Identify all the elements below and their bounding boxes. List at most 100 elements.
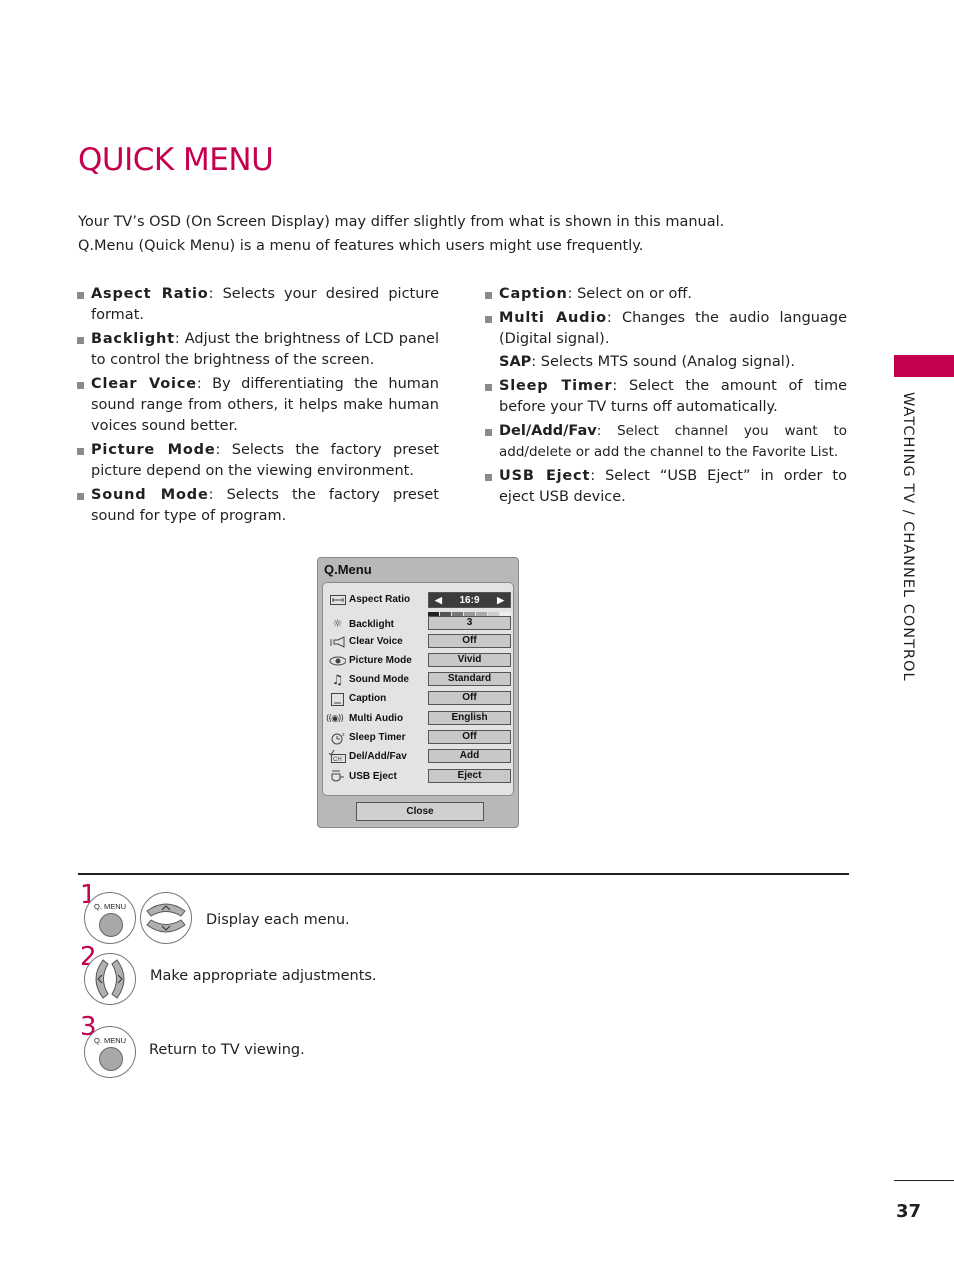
- multi-audio-icon: ((◉)): [326, 714, 344, 724]
- section-divider: [78, 873, 849, 875]
- up-down-button[interactable]: [140, 892, 192, 944]
- feature-sound-mode: Sound Mode: Selects the factory preset s…: [77, 485, 439, 527]
- feature-del-add-fav: Del/Add/Fav: Select channel you want to …: [485, 421, 847, 463]
- feature-backlight: Backlight: Adjust the brightness of LCD …: [77, 329, 439, 371]
- sound-mode-icon: ♫: [331, 672, 344, 688]
- osd-row-sound-mode[interactable]: ♫ Sound Mode Standard: [323, 671, 513, 689]
- bullet-icon: [77, 337, 84, 344]
- feature-picture-mode: Picture Mode: Selects the factory preset…: [77, 440, 439, 482]
- osd-row-value[interactable]: ◀ 16:9 ▶: [428, 592, 511, 608]
- feature-multi-audio: Multi Audio: Changes the audio language …: [485, 308, 847, 350]
- qmenu-button-return[interactable]: Q. MENU: [84, 1026, 136, 1078]
- sleep-timer-icon: z: [329, 730, 346, 746]
- osd-row-value[interactable]: Add: [428, 749, 511, 763]
- bullet-icon: [485, 429, 492, 436]
- osd-row-label: Aspect Ratio: [349, 594, 411, 605]
- osd-row-picture-mode[interactable]: Picture Mode Vivid: [323, 652, 513, 670]
- feature-clear-voice: Clear Voice: By differentiating the huma…: [77, 374, 439, 437]
- bullet-icon: [77, 292, 84, 299]
- osd-row-value[interactable]: Vivid: [428, 653, 511, 667]
- feature-term: Caption: [499, 286, 568, 302]
- osd-row-value[interactable]: 3: [428, 616, 511, 630]
- page-number: 37: [896, 1201, 922, 1222]
- feature-caption: Caption: Select on or off.: [485, 284, 847, 305]
- feature-term: Sleep Timer: [499, 378, 613, 394]
- bullet-icon: [485, 384, 492, 391]
- osd-row-caption[interactable]: Caption Off: [323, 690, 513, 708]
- osd-row-label: Del/Add/Fav: [349, 751, 407, 762]
- feature-aspect-ratio: Aspect Ratio: Selects your desired pictu…: [77, 284, 439, 326]
- section-tab-marker: [894, 355, 954, 377]
- osd-row-label: USB Eject: [349, 771, 397, 782]
- page-number-rule: [894, 1180, 954, 1181]
- left-right-button[interactable]: [84, 953, 136, 1005]
- osd-row-value[interactable]: Eject: [428, 769, 511, 783]
- feature-desc: : Select on or off.: [567, 286, 693, 302]
- osd-row-usb-eject[interactable]: USB Eject Eject: [323, 768, 513, 786]
- arrow-right-icon[interactable]: ▶: [497, 593, 504, 608]
- osd-close-button[interactable]: Close: [356, 802, 484, 821]
- intro-line-1: Your TV’s OSD (On Screen Display) may di…: [78, 214, 725, 230]
- feature-term: USB Eject: [499, 468, 591, 484]
- bullet-icon: [485, 292, 492, 299]
- section-side-text: WATCHING TV / CHANNEL CONTROL: [900, 392, 916, 682]
- caption-icon: [329, 691, 346, 707]
- qmenu-button-key: [99, 913, 123, 937]
- del-add-fav-icon: CH: [329, 749, 346, 765]
- feature-desc: : Selects MTS sound (Analog signal).: [531, 354, 796, 370]
- osd-row-backlight[interactable]: ☼ Backlight 3: [323, 612, 513, 630]
- qmenu-button[interactable]: Q. MENU: [84, 892, 136, 944]
- backlight-icon: ☼: [332, 616, 343, 630]
- qmenu-button-key: [99, 1047, 123, 1071]
- osd-row-label: Caption: [349, 693, 387, 704]
- bullet-icon: [77, 382, 84, 389]
- qmenu-button-label: Q. MENU: [93, 1036, 127, 1045]
- osd-value-text: 16:9: [459, 595, 480, 606]
- step-2-text: Make appropriate adjustments.: [150, 968, 377, 984]
- osd-row-value[interactable]: Off: [428, 634, 511, 648]
- osd-row-value[interactable]: Off: [428, 691, 511, 705]
- intro-line-2: Q.Menu (Quick Menu) is a menu of feature…: [78, 238, 644, 254]
- osd-row-label: Sleep Timer: [349, 732, 406, 743]
- bullet-icon: [77, 493, 84, 500]
- arrow-left-icon[interactable]: ◀: [435, 593, 442, 608]
- feature-term: Aspect Ratio: [91, 286, 209, 302]
- aspect-ratio-icon: [329, 592, 346, 608]
- osd-row-label: Clear Voice: [349, 636, 403, 647]
- qmenu-button-label: Q. MENU: [93, 902, 127, 911]
- feature-term: Multi Audio: [499, 310, 607, 326]
- osd-row-label: Backlight: [349, 619, 395, 630]
- osd-row-label: Multi Audio: [349, 713, 404, 724]
- clear-voice-icon: [329, 634, 346, 650]
- osd-row-aspect-ratio[interactable]: Aspect Ratio ◀ 16:9 ▶: [323, 591, 513, 609]
- page-title: QUICK MENU: [78, 142, 274, 178]
- features-right-list: Caption: Select on or off. Multi Audio: …: [485, 284, 847, 511]
- step-1-text: Display each menu.: [206, 912, 350, 928]
- feature-term: Del/Add/Fav: [499, 423, 597, 439]
- feature-sleep-timer: Sleep Timer: Select the amount of time b…: [485, 376, 847, 418]
- feature-usb-eject: USB Eject: Select “USB Eject” in order t…: [485, 466, 847, 508]
- osd-row-value[interactable]: English: [428, 711, 511, 725]
- osd-row-multi-audio[interactable]: ((◉)) Multi Audio English: [323, 710, 513, 728]
- left-right-arrows-icon: [95, 959, 125, 999]
- usb-eject-icon: [329, 769, 346, 785]
- feature-sap: SAP: Selects MTS sound (Analog signal).: [485, 352, 847, 373]
- osd-title: Q.Menu: [324, 562, 372, 577]
- osd-row-clear-voice[interactable]: Clear Voice Off: [323, 633, 513, 651]
- osd-row-del-add-fav[interactable]: CH Del/Add/Fav Add: [323, 748, 513, 766]
- osd-row-sleep-timer[interactable]: z Sleep Timer Off: [323, 729, 513, 747]
- osd-row-value[interactable]: Standard: [428, 672, 511, 686]
- feature-term: Picture Mode: [91, 442, 216, 458]
- bullet-icon: [485, 474, 492, 481]
- svg-text:z: z: [342, 732, 345, 738]
- bullet-icon: [77, 448, 84, 455]
- osd-panel: Aspect Ratio ◀ 16:9 ▶ ☼ Backlight 3 Clear …: [322, 582, 514, 796]
- section-side-label: WATCHING TV / CHANNEL CONTROL: [896, 392, 916, 712]
- feature-term: Sound Mode: [91, 487, 209, 503]
- step-3-text: Return to TV viewing.: [149, 1042, 305, 1058]
- up-down-arrows-icon: [146, 903, 186, 933]
- osd-row-label: Picture Mode: [349, 655, 412, 666]
- qmenu-osd: Q.Menu Aspect Ratio ◀ 16:9 ▶ ☼ Backlight 3…: [317, 557, 519, 828]
- osd-row-value[interactable]: Off: [428, 730, 511, 744]
- feature-term: Clear Voice: [91, 376, 197, 392]
